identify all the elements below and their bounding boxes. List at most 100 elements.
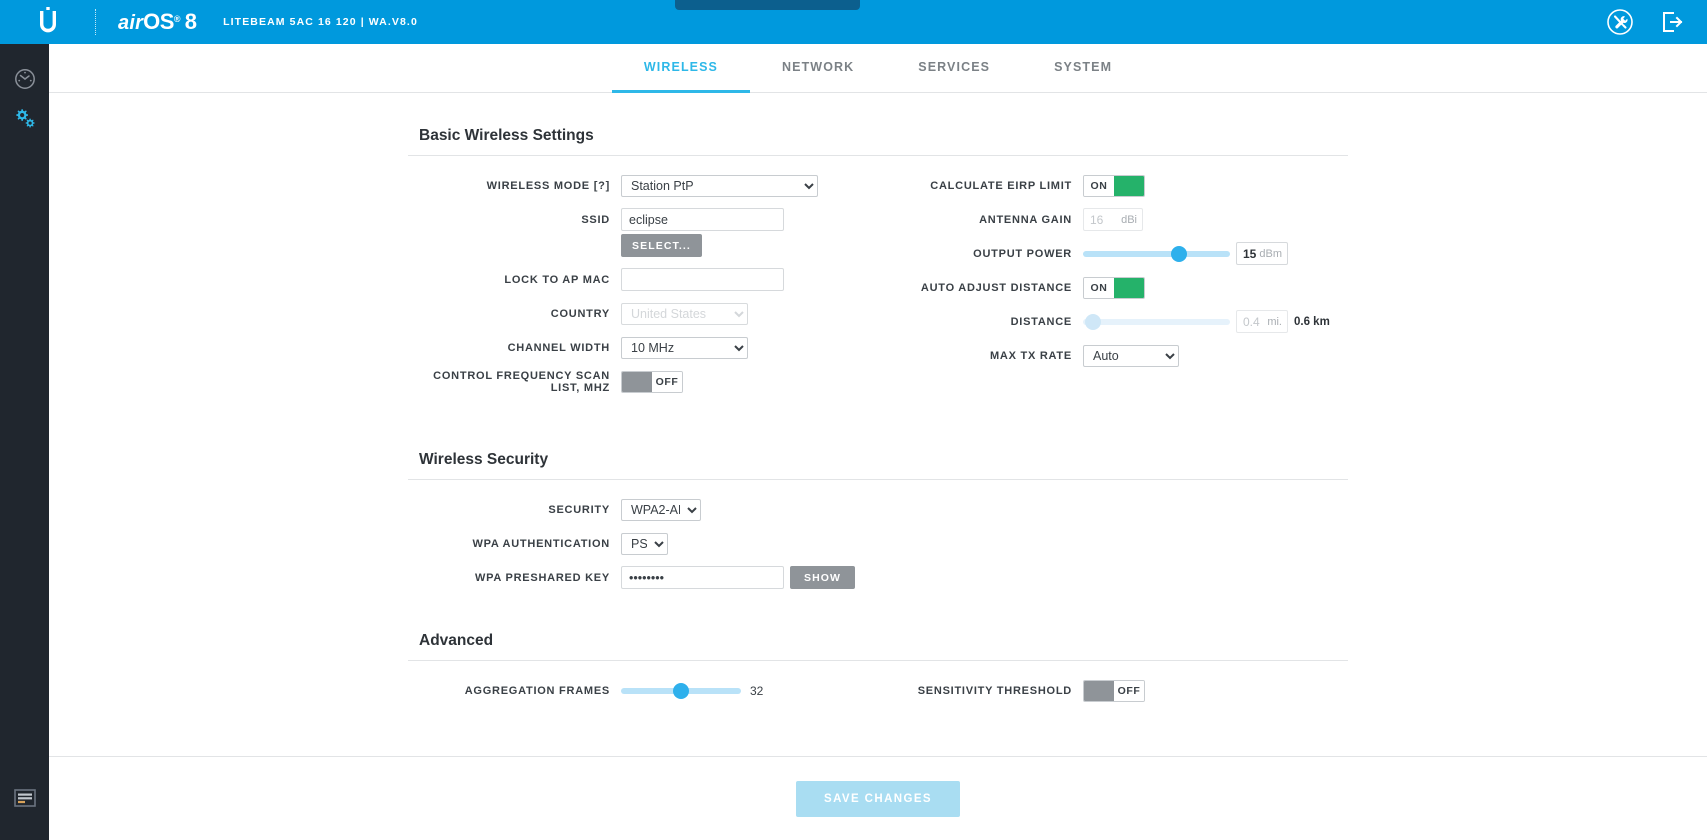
toggle-state-label: OFF bbox=[652, 372, 682, 392]
toggle-state-label: ON bbox=[1084, 175, 1114, 196]
control-freq-scan-list-toggle[interactable]: OFF bbox=[621, 371, 683, 393]
label-country: COUNTRY bbox=[550, 307, 610, 320]
device-label: LITEBEAM 5AC 16 120 | WA.V8.0 bbox=[223, 16, 418, 28]
auto-adjust-distance-toggle[interactable]: ON bbox=[1083, 276, 1145, 299]
row-aggregation-frames: AGGREGATION FRAMES 32 bbox=[408, 679, 878, 702]
max-tx-rate-select[interactable]: Auto bbox=[1083, 344, 1179, 367]
row-calculate-eirp-limit: CALCULATE EIRP LIMIT ON bbox=[878, 174, 1348, 197]
airos-brand-air: air bbox=[118, 12, 144, 34]
control-ssid-select: SELECT... bbox=[621, 234, 702, 257]
control-max-tx-rate: Auto bbox=[1083, 344, 1179, 367]
row-sensitivity-threshold: SENSITIVITY THRESHOLD OFF bbox=[878, 679, 1348, 702]
section-title-advanced: Advanced bbox=[419, 632, 494, 649]
tab-services[interactable]: SERVICES bbox=[886, 44, 1022, 93]
calculate-eirp-limit-toggle[interactable]: ON bbox=[1083, 174, 1145, 197]
settings-sheet: Basic Wireless Settings WIRELESS MODE [?… bbox=[408, 93, 1348, 713]
control-distance: 0.4 mi. 0.6 km bbox=[1083, 310, 1330, 333]
sidebar-item-dashboard[interactable] bbox=[0, 62, 49, 101]
sensitivity-threshold-toggle[interactable]: OFF bbox=[1083, 679, 1145, 702]
slider-thumb[interactable] bbox=[1170, 245, 1187, 262]
label-output-power: OUTPUT POWER bbox=[973, 247, 1072, 260]
control-lock-to-ap-mac bbox=[621, 268, 784, 291]
control-channel-width: 10 MHz bbox=[621, 336, 748, 359]
top-bar: air OS ® 8 LITEBEAM 5AC 16 120 | WA.V8.0 bbox=[0, 0, 1707, 44]
control-sensitivity-threshold: OFF bbox=[1083, 679, 1145, 702]
distance-field: 0.4 mi. bbox=[1236, 310, 1288, 333]
tab-wireless[interactable]: WIRELESS bbox=[611, 44, 750, 93]
section-rule-advanced bbox=[408, 660, 1348, 661]
label-control-freq-scan-list: CONTROL FREQUENCY SCAN LIST, MHz bbox=[433, 370, 610, 394]
control-security: WPA2-AES bbox=[621, 498, 701, 521]
basic-left-column: WIRELESS MODE [?] Station PtP SSID eclip… bbox=[408, 174, 878, 405]
control-aggregation-frames: 32 bbox=[621, 681, 763, 701]
control-antenna-gain: 16 dBi bbox=[1083, 208, 1143, 231]
advanced-right-column: SENSITIVITY THRESHOLD OFF bbox=[878, 679, 1348, 713]
wireless-mode-select[interactable]: Station PtP bbox=[621, 174, 818, 197]
control-wpa-preshared-key: SHOW bbox=[621, 566, 856, 589]
row-distance: DISTANCE 0.4 mi. 0.6 km bbox=[878, 310, 1348, 333]
control-output-power: 15 dBm bbox=[1083, 242, 1288, 265]
antenna-gain-field[interactable]: 16 dBi bbox=[1083, 208, 1143, 231]
distance-value: 0.4 bbox=[1243, 314, 1260, 329]
row-control-freq-scan-list: CONTROL FREQUENCY SCAN LIST, MHz OFF bbox=[408, 370, 878, 394]
top-tooltip-partial bbox=[675, 0, 860, 10]
toggle-state-label: OFF bbox=[1114, 680, 1144, 701]
wpa-preshared-key-input[interactable] bbox=[621, 566, 784, 589]
wpa-preshared-key-show-button[interactable]: SHOW bbox=[790, 566, 856, 589]
main-panel: WIRELESS NETWORK SERVICES SYSTEM Basic W… bbox=[49, 44, 1707, 840]
row-country: COUNTRY United States bbox=[408, 302, 878, 325]
wpa-authentication-select[interactable]: PSK bbox=[621, 532, 668, 555]
row-wpa-preshared-key: WPA PRESHARED KEY SHOW bbox=[408, 566, 1348, 589]
output-power-slider[interactable] bbox=[1083, 244, 1230, 264]
label-wpa-authentication: WPA AUTHENTICATION bbox=[472, 537, 610, 550]
ubiquiti-logo-icon[interactable] bbox=[0, 0, 95, 44]
label-wpa-preshared-key: WPA PRESHARED KEY bbox=[475, 571, 610, 584]
speedometer-icon bbox=[14, 68, 36, 95]
tab-network[interactable]: NETWORK bbox=[750, 44, 886, 93]
section-rule-security bbox=[408, 479, 1348, 480]
ssid-input[interactable] bbox=[621, 208, 784, 231]
sidebar-item-settings[interactable] bbox=[0, 101, 49, 140]
row-lock-to-ap-mac: LOCK TO AP MAC bbox=[408, 268, 878, 291]
slider-thumb[interactable] bbox=[673, 682, 689, 699]
row-max-tx-rate: MAX TX RATE Auto bbox=[878, 344, 1348, 367]
tab-system[interactable]: SYSTEM bbox=[1022, 44, 1144, 93]
control-country: United States bbox=[621, 302, 748, 325]
aggregation-frames-slider[interactable] bbox=[621, 681, 741, 701]
security-select[interactable]: WPA2-AES bbox=[621, 498, 701, 521]
toggle-fill bbox=[622, 372, 652, 392]
sidebar-item-logs[interactable] bbox=[0, 781, 49, 820]
spacer-after-basic bbox=[408, 405, 1348, 451]
distance-slider bbox=[1083, 312, 1230, 332]
label-auto-adjust-distance: AUTO ADJUST DISTANCE bbox=[920, 281, 1072, 294]
aggregation-frames-value: 32 bbox=[750, 683, 764, 698]
airos-brand: air OS ® 8 bbox=[96, 9, 197, 35]
control-auto-adjust-distance: ON bbox=[1083, 276, 1145, 299]
list-icon bbox=[13, 789, 36, 812]
output-power-value: 15 bbox=[1243, 246, 1257, 261]
antenna-gain-unit: dBi bbox=[1121, 213, 1137, 226]
label-security: SECURITY bbox=[548, 503, 610, 516]
logout-icon[interactable] bbox=[1655, 5, 1689, 39]
gears-icon bbox=[13, 107, 37, 134]
section-rule-basic bbox=[408, 155, 1348, 156]
save-changes-button[interactable]: SAVE CHANGES bbox=[796, 780, 960, 817]
output-power-field[interactable]: 15 dBm bbox=[1236, 242, 1288, 265]
lock-to-ap-mac-input[interactable] bbox=[621, 268, 784, 291]
country-select: United States bbox=[621, 302, 748, 325]
airos-brand-os: OS bbox=[143, 9, 174, 34]
label-calculate-eirp-limit: CALCULATE EIRP LIMIT bbox=[930, 179, 1072, 192]
section-title-basic: Basic Wireless Settings bbox=[419, 127, 594, 144]
app-body: WIRELESS NETWORK SERVICES SYSTEM Basic W… bbox=[0, 44, 1707, 840]
row-ssid-select: SELECT... bbox=[408, 234, 878, 257]
output-power-unit: dBm bbox=[1259, 247, 1282, 260]
label-max-tx-rate: MAX TX RATE bbox=[990, 349, 1072, 362]
toggle-state-label: ON bbox=[1084, 277, 1114, 298]
toggle-fill bbox=[1114, 175, 1144, 196]
channel-width-select[interactable]: 10 MHz bbox=[621, 336, 748, 359]
antenna-gain-value: 16 bbox=[1090, 212, 1104, 227]
control-wpa-authentication: PSK bbox=[621, 532, 668, 555]
row-antenna-gain: ANTENNA GAIN 16 dBi bbox=[878, 208, 1348, 231]
tools-icon[interactable] bbox=[1603, 5, 1637, 39]
ssid-select-button[interactable]: SELECT... bbox=[621, 234, 702, 257]
